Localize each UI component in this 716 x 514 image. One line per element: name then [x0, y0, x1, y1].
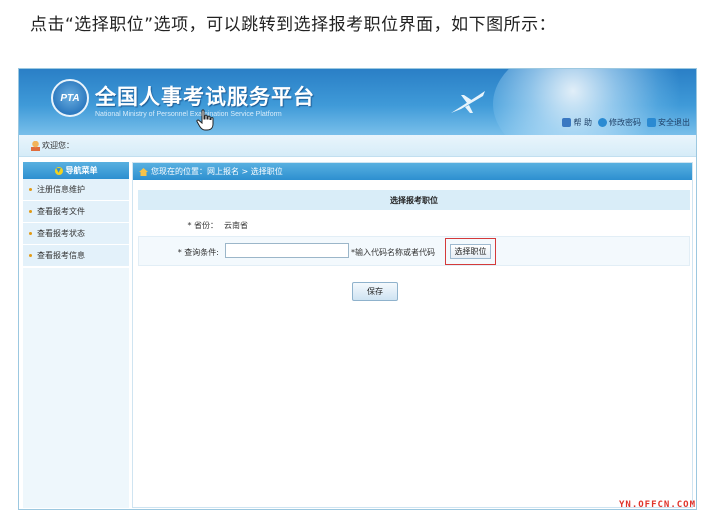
change-password-label: 修改密码: [609, 118, 641, 127]
query-input[interactable]: [225, 243, 349, 258]
sidebar-item-exam-files[interactable]: 查看报考文件: [23, 201, 129, 223]
help-link-label: 帮 助: [573, 118, 592, 127]
logout-label: 安全退出: [658, 118, 690, 127]
sidebar-item-label: 查看报考状态: [37, 229, 85, 238]
welcome-label: 欢迎您：: [42, 141, 74, 150]
select-position-button[interactable]: 选择职位: [450, 244, 491, 259]
province-label: * 省份：: [187, 221, 218, 230]
province-row: * 省份： 云南省: [138, 213, 690, 235]
airplane-icon: [451, 91, 485, 113]
question-icon: [598, 118, 607, 127]
save-button[interactable]: 保存: [352, 282, 398, 301]
breadcrumb-text: 您现在的位置：网上报名 > 选择职位: [151, 167, 283, 176]
query-label: * 查询条件:: [177, 248, 219, 257]
intro-text: 点击“选择职位”选项，可以跳转到选择报考职位界面，如下图所示：: [30, 15, 557, 35]
logo-text: PTA: [60, 92, 80, 104]
top-links: 帮 助 修改密码 安全退出: [562, 117, 690, 128]
sidebar-item-label: 注册信息维护: [37, 185, 85, 194]
help-link[interactable]: 帮 助: [562, 117, 592, 128]
sidebar-item-register-info[interactable]: 注册信息维护: [23, 179, 129, 201]
sidebar-item-exam-status[interactable]: 查看报考状态: [23, 223, 129, 245]
user-icon: [31, 140, 40, 151]
nav-title: 导航菜单: [65, 166, 98, 175]
panel-title: 选择报考职位: [138, 190, 690, 210]
main-content: 您现在的位置：网上报名 > 选择职位 选择报考职位 * 省份： 云南省 * 查询…: [132, 162, 693, 508]
sidebar-background: [23, 268, 129, 508]
site-title: 全国人事考试服务平台: [95, 85, 315, 109]
site-logo: PTA: [51, 79, 89, 117]
hand-cursor-icon: [196, 109, 214, 131]
chevron-down-icon: ▼: [54, 166, 63, 175]
exit-icon: [647, 118, 656, 127]
sidebar-item-exam-info[interactable]: 查看报考信息: [23, 245, 129, 267]
query-hint: *输入代码名称或者代码: [351, 248, 435, 257]
watermark: YN.OFFCN.COM: [619, 500, 697, 510]
province-value: 云南省: [224, 221, 248, 230]
sidebar: ▼ 导航菜单 注册信息维护 查看报考文件 查看报考状态 查看报考信息: [23, 162, 129, 267]
highlight-box: 选择职位: [445, 238, 496, 265]
query-row: * 查询条件: *输入代码名称或者代码 选择职位: [138, 236, 690, 266]
welcome-text: 欢迎您：: [31, 140, 74, 151]
lock-icon: [562, 118, 572, 127]
sidebar-item-label: 查看报考信息: [37, 251, 85, 260]
change-password-link[interactable]: 修改密码: [598, 117, 641, 128]
sidebar-item-label: 查看报考文件: [37, 207, 85, 216]
browser-frame: PTA 全国人事考试服务平台 National Ministry of Pers…: [18, 68, 697, 510]
breadcrumb: 您现在的位置：网上报名 > 选择职位: [133, 163, 692, 180]
site-subtitle: National Ministry of Personnel Examinati…: [95, 111, 282, 118]
home-icon: [139, 167, 148, 176]
welcome-bar: 欢迎您：: [19, 135, 696, 157]
logout-link[interactable]: 安全退出: [647, 117, 690, 128]
nav-header: ▼ 导航菜单: [23, 162, 129, 179]
site-header: PTA 全国人事考试服务平台 National Ministry of Pers…: [19, 69, 696, 135]
